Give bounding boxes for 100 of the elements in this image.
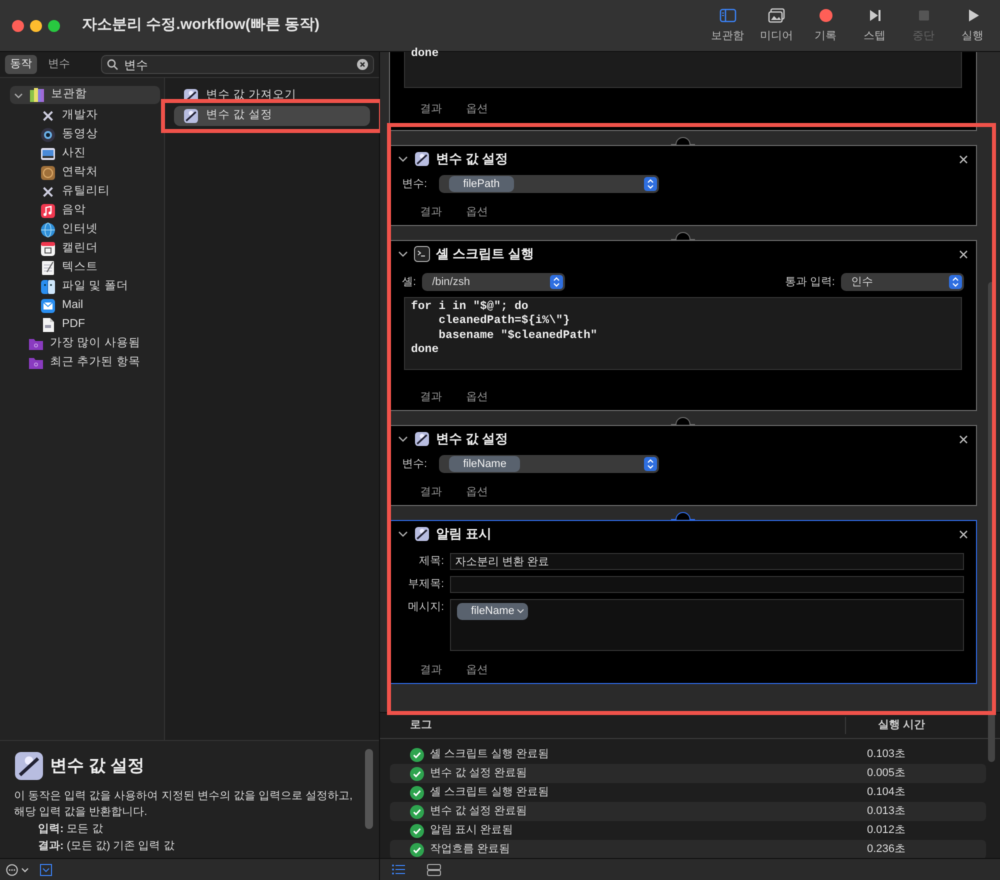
field-label: 변수: [402, 456, 428, 472]
text-field[interactable]: 자소분리 변환 완료 [450, 553, 964, 570]
library-tab[interactable]: 변수 [43, 55, 75, 74]
stepper-icon[interactable] [644, 457, 658, 471]
item-label: 연락처 [62, 165, 98, 180]
item-label: 개발자 [62, 108, 98, 124]
variable-token[interactable]: fileName [449, 456, 520, 472]
clear-icon[interactable] [357, 59, 368, 70]
action-card[interactable]: 변수 값 설정 변수: filePath 결과 옵션 [389, 145, 977, 226]
toolbar-button[interactable]: 미디어 [752, 6, 801, 44]
column-header[interactable]: 실행 시간 [845, 717, 926, 734]
field-label: 부제목: [406, 577, 444, 592]
split-view-icon[interactable] [427, 864, 441, 876]
footer-tab[interactable]: 옵션 [466, 484, 488, 500]
list-icon[interactable] [392, 864, 405, 875]
log-time: 0.013초 [866, 804, 906, 820]
variable-token[interactable]: fileName [457, 603, 528, 620]
variable-token[interactable]: filePath [449, 176, 514, 192]
sidebar-item[interactable]: Mail [10, 297, 160, 315]
sidebar-item[interactable]: 사진 [10, 145, 160, 163]
sidebar-item[interactable]: 개발자 [10, 107, 160, 125]
sidebar-item[interactable]: 음악 [10, 202, 160, 220]
sidebar-item[interactable]: 캘린더 [10, 240, 160, 258]
search-input[interactable]: 변수 [124, 56, 351, 74]
sidebar-item[interactable]: 인터넷 [10, 221, 160, 239]
toolbar-button[interactable]: 기록 [801, 6, 850, 44]
footer-tab[interactable]: 옵션 [466, 204, 488, 220]
item-label: 파일 및 폴더 [62, 279, 128, 294]
photos-icon [768, 6, 786, 24]
toolbar-button[interactable]: 실행 [948, 6, 997, 44]
more-icon[interactable] [6, 864, 30, 876]
toolbar-button[interactable]: 보관함 [703, 6, 752, 44]
footer-tab[interactable]: 옵션 [466, 388, 488, 406]
footer-tab[interactable]: 결과 [420, 388, 442, 406]
footer-tab[interactable]: 결과 [420, 100, 442, 118]
message-field[interactable]: fileName [450, 599, 964, 651]
text-field[interactable] [450, 576, 964, 593]
zoom-button[interactable] [48, 20, 60, 32]
field-label: 셸: [402, 274, 416, 290]
description-text: 이 동작은 입력 값을 사용하여 지정된 변수의 값을 입력으로 설정하고, 해당 입력 값을 반환합니다. [14, 789, 354, 820]
action-card[interactable]: 셸 스크립트 실행 셸: /bin/zsh 통과 입력: 인수 for i in "$@"; do cleanedPath=${i%\"} basename "$cleanedPath" done 결과 옵션 [389, 240, 977, 411]
stepper-icon[interactable] [644, 177, 658, 191]
log-time: 0.103초 [866, 747, 906, 762]
connector-notch [671, 135, 695, 145]
search-field[interactable]: 변수 [101, 55, 374, 74]
footer-tab[interactable]: 결과 [420, 204, 442, 220]
input-select[interactable]: 인수 [841, 273, 964, 291]
close-icon[interactable] [959, 154, 968, 164]
code-editor[interactable]: for i in "$@"; do cleanedPath=${i%\"} basename "$cleanedPath" done [404, 297, 962, 370]
footer-tab[interactable]: 옵션 [466, 662, 488, 678]
item-label: Mail [62, 298, 84, 314]
variable-select[interactable]: fileName [439, 455, 660, 473]
chevron-icon[interactable] [398, 250, 408, 258]
close-button[interactable] [12, 20, 24, 32]
globe-icon [40, 222, 56, 238]
video-icon [40, 127, 56, 143]
robot-icon [414, 151, 430, 167]
books-icon [29, 87, 45, 103]
item-label: 캘린더 [62, 241, 98, 256]
sidebar-item[interactable]: 보관함 [10, 86, 160, 104]
sidebar-item[interactable]: PDF [10, 316, 160, 334]
action-card[interactable]: 알림 표시 제목: 자소분리 변환 완료 부제목: 메시지: fileName 결과 옵션 [389, 520, 977, 684]
minimize-button[interactable] [30, 20, 42, 32]
chevron-icon[interactable] [14, 90, 23, 100]
sidebar-item[interactable]: 동영상 [10, 126, 160, 144]
close-icon[interactable] [959, 530, 968, 538]
action-item[interactable]: 변수 값 설정 [174, 106, 370, 126]
sidebar-item[interactable]: 파일 및 폴더 [10, 278, 160, 296]
checkmark-icon [410, 842, 424, 856]
code-line: basename "$cleanedPath" [438, 328, 598, 344]
sidebar-item[interactable]: 유틸리티 [10, 183, 160, 201]
column-header[interactable]: 로그 [380, 717, 845, 734]
chevron-icon[interactable] [398, 435, 408, 443]
collapse-icon[interactable] [40, 864, 52, 876]
code-line: for i in "$@"; do [411, 300, 530, 314]
library-tab[interactable]: 동작 [5, 55, 37, 74]
shell-select[interactable]: /bin/zsh [422, 273, 566, 291]
toolbar-button[interactable]: 스텝 [850, 6, 899, 44]
field-label: 변수: [402, 176, 428, 192]
sidebar-item[interactable]: 연락처 [10, 164, 160, 182]
chevron-icon[interactable] [398, 530, 408, 538]
variable-select[interactable]: filePath [439, 175, 660, 193]
sidebar-item[interactable]: 가장 많이 사용됨 [10, 335, 160, 353]
chevron-icon[interactable] [398, 155, 408, 163]
log-time: 0.005초 [866, 766, 906, 782]
sidebar-item[interactable]: 텍스트 [10, 259, 160, 277]
footer-tab[interactable]: 결과 [420, 662, 442, 678]
code-line: done [411, 47, 440, 62]
stepper-icon[interactable] [550, 275, 564, 289]
chevron-icon [517, 608, 524, 614]
footer-tab[interactable]: 옵션 [466, 100, 488, 118]
sidebar-item[interactable]: 최근 추가된 항목 [10, 354, 160, 372]
footer-tab[interactable]: 결과 [420, 484, 442, 500]
action-card[interactable]: 변수 값 설정 변수: fileName 결과 옵션 [389, 425, 977, 506]
robot-icon [414, 526, 430, 542]
close-icon[interactable] [959, 250, 968, 258]
close-icon[interactable] [959, 434, 968, 444]
checkmark-icon [410, 748, 424, 762]
stepper-icon[interactable] [949, 275, 962, 289]
sidebar-icon [718, 6, 736, 24]
